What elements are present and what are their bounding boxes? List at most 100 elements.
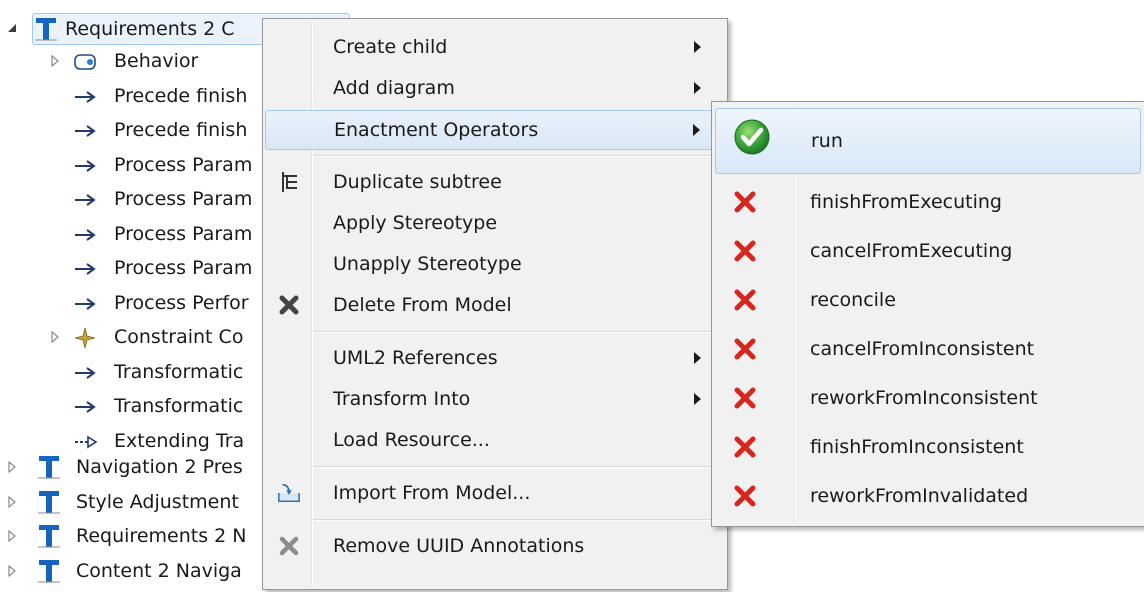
menu-item-import-from-model[interactable]: Import From Model... [265,474,725,512]
tree-row-child[interactable]: Precede finish [0,81,260,111]
menu-item-label: UML2 References [333,347,498,369]
transformation-t-icon [38,558,60,589]
tree-row-sibling[interactable]: Content 2 Naviga [0,556,262,586]
transformation-t-icon [38,489,60,520]
tree-row-child[interactable]: Extending Tra [0,426,260,456]
menu-item-label: Enactment Operators [334,119,539,141]
menu-item-label: Load Resource... [333,429,490,451]
arrow-icon [74,294,100,314]
tree-item-label: Process Param [114,188,253,210]
submenu-arrow-icon [694,82,701,94]
transformation-t-icon [38,523,60,554]
arrow-icon [74,259,100,279]
tree-row-child[interactable]: Transformatic [0,391,260,421]
delete-icon [277,293,301,317]
expand-arrow-icon[interactable] [5,495,19,509]
tree-item-label: Process Param [114,222,253,245]
menu-item-create-child[interactable]: Create child [265,28,725,66]
tree-row-sibling[interactable]: Navigation 2 Pres [0,452,262,482]
menu-item-label: Delete From Model [333,294,512,316]
tree-item-label: Content 2 Naviga [76,559,242,582]
tree-row-child[interactable]: Precede finish [0,115,260,145]
expand-arrow-icon[interactable] [48,330,62,344]
tree-root-label: Requirements 2 C [65,18,235,40]
tree-item-label: Navigation 2 Pres [76,456,243,478]
operator-label: cancelFromExecuting [810,240,1013,262]
expand-arrow-icon[interactable] [5,529,19,543]
x-icon [725,231,765,271]
menu-item-add-diagram[interactable]: Add diagram [265,69,725,107]
submenu-arrow-icon [694,41,701,53]
menu-item-label: Transform Into [333,388,471,410]
operator-reconcile[interactable]: reconcile [715,276,1141,324]
menu-item-remove-uuid-annotations[interactable]: Remove UUID Annotations [265,527,725,565]
operator-finishFromExecuting[interactable]: finishFromExecuting [715,178,1141,226]
operator-label: cancelFromInconsistent [810,338,1035,360]
tree-item-label: Transformatic [114,395,244,417]
arrow-icon [74,156,100,176]
tree-row-child[interactable]: Process Perfor [0,288,260,318]
tree-item-label: Behavior [114,50,199,72]
tree-item-label: Precede finish [114,84,248,107]
tree-row-child[interactable]: Process Param [0,219,260,249]
operator-label: finishFromInconsistent [810,436,1024,458]
remove-icon [277,534,301,558]
menu-item-label: Import From Model... [333,482,531,504]
menu-item-apply-stereotype[interactable]: Apply Stereotype [265,204,725,242]
tree-item-label: Requirements 2 N [76,525,247,547]
menu-item-transform-into[interactable]: Transform Into [265,380,725,418]
arrow-icon [74,87,100,107]
menu-item-delete-from-model[interactable]: Delete From Model [265,286,725,324]
dashed-arrow-icon [74,432,100,452]
tree-item-label: Process Perfor [114,291,249,314]
expand-arrow-icon[interactable] [48,54,62,68]
menu-item-unapply-stereotype[interactable]: Unapply Stereotype [265,245,725,283]
x-icon [725,182,765,222]
menu-item-load-resource[interactable]: Load Resource... [265,421,725,459]
tree-row-child[interactable]: Process Param [0,150,260,180]
tree-item-label: Extending Tra [114,429,245,452]
menu-item-duplicate-subtree[interactable]: Duplicate subtree [265,163,725,201]
operator-cancelFromInconsistent[interactable]: cancelFromInconsistent [715,325,1141,373]
menu-item-label: Create child [333,36,448,58]
constraint-icon [74,327,100,349]
menu-separator [313,519,723,521]
tree-item-label: Style Adjustment [76,490,239,513]
operator-label: run [811,130,843,152]
tree-item-label: Process Param [114,153,253,176]
x-icon [725,329,765,369]
menu-item-enactment-operators[interactable]: Enactment Operators [265,110,725,150]
menu-item-label: Duplicate subtree [333,171,502,193]
x-icon [725,378,765,418]
tree-row-child[interactable]: Behavior [0,46,260,76]
operator-run[interactable]: run [715,108,1141,174]
operator-reworkFromInvalidated[interactable]: reworkFromInvalidated [715,472,1141,520]
transformation-t-icon [35,16,57,42]
menu-item-label: Remove UUID Annotations [333,535,585,557]
tree-row-child[interactable]: Constraint Co [0,322,260,352]
operator-reworkFromInconsistent[interactable]: reworkFromInconsistent [715,374,1141,422]
context-menu: Create child Add diagram Enactment Operato… [262,18,728,590]
operator-finishFromInconsistent[interactable]: finishFromInconsistent [715,423,1141,471]
tree-row-child[interactable]: Process Param [0,184,260,214]
behavior-icon [74,52,100,72]
tree-row-sibling[interactable]: Requirements 2 N [0,521,262,551]
submenu-arrow-icon [693,124,700,136]
arrow-icon [74,121,100,141]
tree-row-child[interactable]: Transformatic [0,357,260,387]
tree-row-sibling[interactable]: Style Adjustment [0,487,262,517]
expand-arrow-icon[interactable] [5,564,19,578]
tree-item-label: Process Param [114,257,253,279]
expand-arrow-icon[interactable] [5,460,19,474]
duplicate-subtree-icon [277,170,301,194]
tree-item-label: Transformatic [114,360,244,383]
operator-cancelFromExecuting[interactable]: cancelFromExecuting [715,227,1141,275]
menu-item-uml2-references[interactable]: UML2 References [265,339,725,377]
menu-item-label: Apply Stereotype [333,212,498,234]
collapse-arrow-icon[interactable] [5,21,19,35]
operator-label: reconcile [810,289,896,311]
x-icon [725,280,765,320]
tree-row-child[interactable]: Process Param [0,253,260,283]
transformation-t-icon [38,454,60,485]
check-icon [732,117,772,157]
